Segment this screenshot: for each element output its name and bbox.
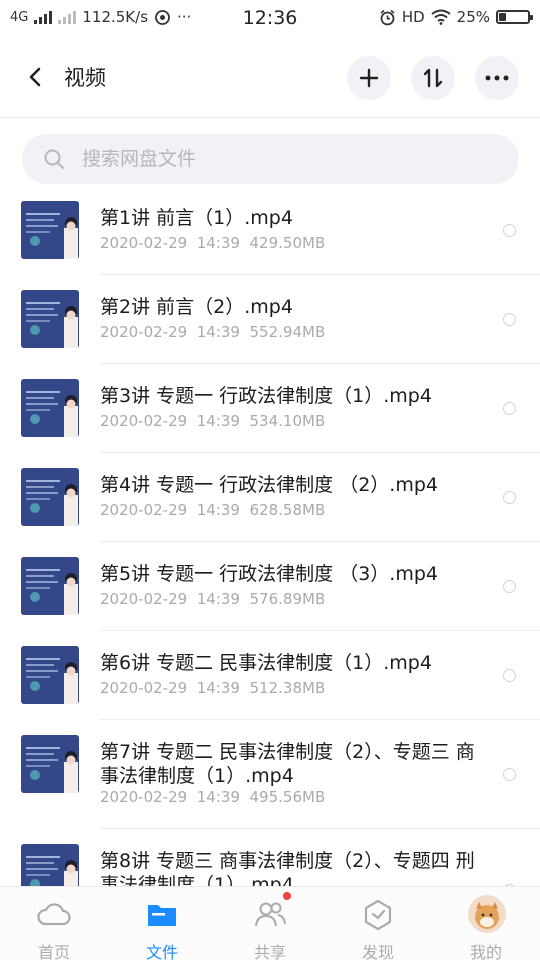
file-size: 552.94MB	[249, 323, 326, 341]
file-meta: 2020-02-29 14:39 495.56MB	[100, 788, 325, 806]
nav-label-home: 首页	[37, 943, 70, 962]
file-date: 2020-02-29	[100, 412, 188, 430]
avatar	[468, 895, 506, 933]
people-icon	[255, 902, 286, 927]
file-size: 534.10MB	[249, 412, 326, 430]
status-bar: 4G 112.5K/s ··· 12:36 HD 25%	[0, 0, 540, 36]
file-meta: 2020-02-29 14:39 429.50MB	[100, 234, 325, 252]
nav-files[interactable]: 文件	[108, 887, 216, 962]
file-size: 495.56MB	[249, 788, 326, 806]
back-arrow-icon	[29, 67, 41, 87]
file-meta: 2020-02-29 14:39 576.89MB	[100, 590, 325, 608]
file-name: 第2讲 前言（2）.mp4	[100, 296, 293, 318]
nav-home[interactable]: 首页	[0, 887, 108, 962]
file-row[interactable]: 第1讲 前言（1）.mp4 2020-02-29 14:39 429.50MB	[0, 186, 540, 275]
file-time: 14:39	[196, 412, 240, 430]
discover-icon	[364, 899, 392, 931]
file-date: 2020-02-29	[100, 788, 188, 806]
video-thumbnail	[21, 201, 79, 259]
more-button[interactable]	[475, 56, 519, 100]
video-thumbnail	[21, 379, 79, 437]
file-name: 第6讲 专题二 民事法律制度（1）.mp4	[100, 652, 432, 674]
file-time: 14:39	[196, 679, 240, 697]
bottom-nav: 首页 文件 共享 发现 我的	[0, 886, 540, 962]
folder-icon	[148, 905, 176, 926]
file-date: 2020-02-29	[100, 323, 188, 341]
file-name: 第3讲 专题一 行政法律制度（1）.mp4	[100, 385, 432, 407]
file-row[interactable]: 第6讲 专题二 民事法律制度（1）.mp4 2020-02-29 14:39 5…	[0, 631, 540, 720]
page-title: 视频	[64, 66, 106, 90]
wifi-icon	[431, 9, 451, 25]
header: 视频	[0, 36, 540, 118]
file-meta: 2020-02-29 14:39 512.38MB	[100, 679, 325, 697]
nav-label-me: 我的	[469, 943, 502, 962]
header-divider	[0, 117, 540, 118]
nav-discover[interactable]: 发现	[324, 887, 432, 962]
hd-indicator: HD	[401, 8, 425, 26]
file-meta: 2020-02-29 14:39 552.94MB	[100, 323, 325, 341]
notification-dot	[283, 892, 291, 900]
search-input[interactable]	[80, 147, 464, 171]
file-time: 14:39	[196, 590, 240, 608]
nav-me[interactable]: 我的	[432, 887, 540, 962]
select-radio[interactable]	[503, 491, 516, 504]
file-name: 第1讲 前言（1）.mp4	[100, 207, 293, 229]
nav-label-files: 文件	[145, 943, 178, 962]
file-name: 第7讲 专题二 民事法律制度（2）、专题三 商事法律制度（1）.mp4	[100, 741, 475, 787]
file-size: 512.38MB	[249, 679, 326, 697]
add-button[interactable]	[347, 56, 391, 100]
nav-label-share: 共享	[253, 943, 286, 962]
file-row[interactable]: 第2讲 前言（2）.mp4 2020-02-29 14:39 552.94MB	[0, 275, 540, 364]
select-radio[interactable]	[503, 313, 516, 326]
battery-percent: 25%	[456, 8, 490, 26]
file-date: 2020-02-29	[100, 590, 188, 608]
sort-icon	[423, 68, 443, 88]
plus-icon	[359, 68, 379, 88]
video-thumbnail	[21, 468, 79, 526]
back-button[interactable]	[22, 60, 50, 94]
file-name: 第5讲 专题一 行政法律制度 （3）.mp4	[100, 563, 438, 585]
battery-icon	[496, 10, 533, 24]
select-radio[interactable]	[503, 669, 516, 682]
select-radio[interactable]	[503, 224, 516, 237]
video-thumbnail	[21, 844, 79, 886]
sort-button[interactable]	[411, 56, 455, 100]
search-bar[interactable]	[22, 134, 519, 184]
file-row[interactable]: 第4讲 专题一 行政法律制度 （2）.mp4 2020-02-29 14:39 …	[0, 453, 540, 542]
file-size: 429.50MB	[249, 234, 326, 252]
file-row[interactable]: 第7讲 专题二 民事法律制度（2）、专题三 商事法律制度（1）.mp4 2020…	[0, 720, 540, 829]
file-meta: 2020-02-29 14:39 628.58MB	[100, 501, 325, 519]
select-radio[interactable]	[503, 402, 516, 415]
file-row[interactable]: 第5讲 专题一 行政法律制度 （3）.mp4 2020-02-29 14:39 …	[0, 542, 540, 631]
select-radio[interactable]	[503, 768, 516, 781]
file-time: 14:39	[196, 323, 240, 341]
alarm-icon	[380, 9, 395, 25]
file-row[interactable]: 第3讲 专题一 行政法律制度（1）.mp4 2020-02-29 14:39 5…	[0, 364, 540, 453]
video-thumbnail	[21, 646, 79, 704]
file-time: 14:39	[196, 234, 240, 252]
file-name: 第8讲 专题三 商事法律制度（2）、专题四 刑事法律制度（1）.mp4	[100, 850, 475, 886]
select-radio[interactable]	[503, 580, 516, 593]
file-name: 第4讲 专题一 行政法律制度 （2）.mp4	[100, 474, 438, 496]
file-time: 14:39	[196, 788, 240, 806]
video-thumbnail	[21, 735, 79, 793]
file-date: 2020-02-29	[100, 501, 188, 519]
nav-share[interactable]: 共享	[216, 887, 324, 962]
file-row[interactable]: 第8讲 专题三 商事法律制度（2）、专题四 刑事法律制度（1）.mp4	[0, 829, 540, 886]
nav-label-discover: 发现	[361, 943, 394, 962]
more-dots-icon	[485, 75, 509, 81]
file-list: 第1讲 前言（1）.mp4 2020-02-29 14:39 429.50MB …	[0, 186, 540, 886]
file-size: 628.58MB	[249, 501, 326, 519]
file-time: 14:39	[196, 501, 240, 519]
file-date: 2020-02-29	[100, 234, 188, 252]
file-date: 2020-02-29	[100, 679, 188, 697]
search-icon	[44, 149, 64, 169]
cloud-icon	[37, 903, 71, 926]
status-right: HD 25%	[379, 8, 533, 26]
file-meta: 2020-02-29 14:39 534.10MB	[100, 412, 325, 430]
file-size: 576.89MB	[249, 590, 326, 608]
video-thumbnail	[21, 290, 79, 348]
video-thumbnail	[21, 557, 79, 615]
